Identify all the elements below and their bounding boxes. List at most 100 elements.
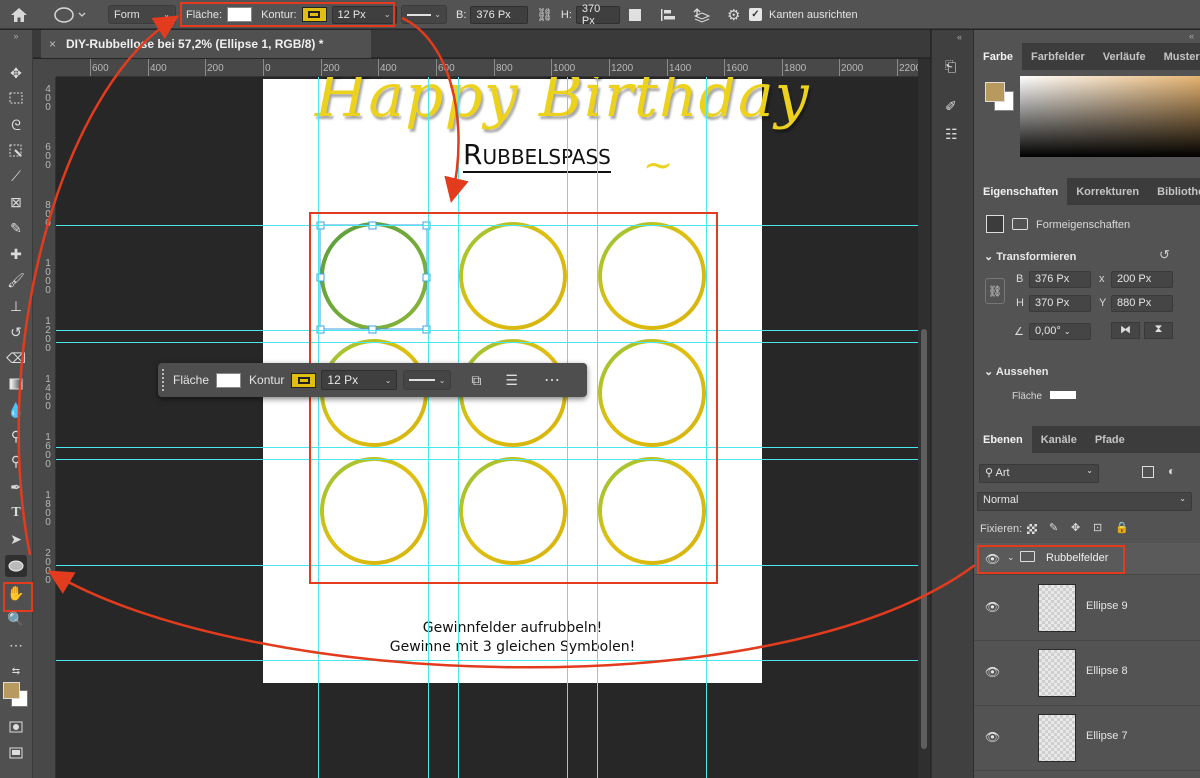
blend-mode-select[interactable]: Normal ⌄ [977, 492, 1192, 511]
ellipse-7[interactable] [320, 457, 428, 565]
type-tool-icon[interactable]: T [5, 502, 27, 524]
move-tool-icon[interactable]: ✥ [5, 62, 27, 84]
tab-ebenen[interactable]: Ebenen [974, 426, 1032, 453]
y-input[interactable]: 880 Px [1111, 295, 1173, 312]
tab-pfade[interactable]: Pfade [1086, 426, 1134, 453]
guide-vertical[interactable] [567, 77, 568, 778]
adjustments-panel-icon[interactable]: ☷ [945, 126, 958, 143]
eye-icon[interactable]: 👁 [985, 665, 1000, 679]
guide-horizontal[interactable] [56, 342, 918, 343]
guide-vertical[interactable] [597, 77, 598, 778]
lock-artboard-icon[interactable]: ⊡ [1093, 521, 1102, 534]
foreground-color-swatch[interactable] [3, 682, 20, 699]
brush-tool-icon[interactable]: 🖌 [5, 269, 27, 291]
guide-vertical[interactable] [706, 77, 707, 778]
tool-mode-select[interactable]: Form ⌄ [108, 5, 176, 24]
height-input[interactable]: 370 Px [575, 3, 620, 27]
guide-horizontal[interactable] [56, 660, 918, 661]
ellipse-1[interactable] [320, 222, 428, 330]
dodge-tool-icon[interactable]: ⚲ [5, 450, 27, 472]
horizontal-ruler[interactable]: 600 400 200 0 200 400 600 800 1000 1200 1400 1600 18… [56, 59, 918, 77]
eraser-tool-icon[interactable]: ⌫ [5, 347, 27, 369]
guide-horizontal[interactable] [56, 459, 918, 460]
path-arrangement-icon[interactable] [692, 0, 710, 29]
tab-muster[interactable]: Muster [1155, 43, 1200, 70]
filter-adjustment-icon[interactable]: ◐ [1168, 464, 1175, 478]
ellipse-tool-preset-icon[interactable] [52, 0, 86, 29]
guide-vertical[interactable] [318, 77, 319, 778]
layer-filter-select[interactable]: ⚲ Art ⌄ [979, 464, 1099, 483]
layer-group-row[interactable]: 👁 ⌄ Rubbelfelder [974, 543, 1200, 575]
canvas-area[interactable]: Happy Birthday Rubbelspaß ~ Gewinnfelder… [56, 77, 918, 778]
chevron-down-icon[interactable]: ⌄ [1007, 552, 1015, 563]
drag-handle-icon[interactable] [162, 369, 165, 391]
swap-colors-icon[interactable]: ⇆ [5, 660, 27, 682]
more-options-icon[interactable]: ⋯ [544, 370, 560, 390]
vertical-ruler[interactable]: 400 600 800 1000 1200 1400 1600 1800 2000 [33, 77, 56, 778]
tab-korrekturen[interactable]: Korrekturen [1067, 178, 1148, 205]
collapse-panel-icon[interactable]: » [5, 30, 27, 42]
path-operations-icon[interactable] [628, 0, 642, 29]
ctx-fill-swatch[interactable] [216, 372, 242, 388]
hand-tool-icon[interactable]: ✋ [5, 582, 27, 604]
path-selection-tool-icon[interactable]: ➤ [5, 528, 27, 550]
adjust-icon[interactable]: ☰ [505, 372, 518, 389]
healing-brush-tool-icon[interactable]: ✚ [5, 243, 27, 265]
more-tools-icon[interactable]: ⋯ [5, 634, 27, 656]
eye-icon[interactable]: 👁 [985, 730, 1000, 744]
crop-tool-icon[interactable]: ⟋ [5, 165, 27, 187]
clone-stamp-tool-icon[interactable]: ⊥ [5, 295, 27, 317]
tab-farbe[interactable]: Farbe [974, 43, 1022, 70]
flip-horizontal-icon[interactable]: ⧓ [1111, 322, 1140, 339]
color-fg-swatch[interactable] [985, 82, 1005, 102]
gear-icon[interactable]: ⚙ [727, 0, 740, 29]
tab-farbfelder[interactable]: Farbfelder [1022, 43, 1094, 70]
transform-heading[interactable]: ⌄ Transformieren [984, 250, 1076, 263]
appearance-heading[interactable]: ⌄ Aussehen [984, 365, 1048, 378]
zoom-tool-icon[interactable]: 🔍 [5, 608, 27, 630]
history-brush-tool-icon[interactable]: ↺ [5, 321, 27, 343]
brush-settings-panel-icon[interactable]: ✐ [945, 98, 957, 115]
layer-row[interactable]: 👁 Ellipse 8 [974, 641, 1200, 706]
tab-kanaele[interactable]: Kanäle [1032, 426, 1086, 453]
guide-horizontal[interactable] [56, 225, 918, 226]
add-shape-icon[interactable]: ⧉ [471, 372, 481, 389]
ellipse-3[interactable] [598, 222, 706, 330]
align-edges-checkbox[interactable]: ✓ [749, 8, 762, 21]
marquee-tool-icon[interactable] [5, 87, 27, 109]
link-icon[interactable]: ⛓ [536, 7, 553, 23]
collapse-panel-icon[interactable]: « [957, 32, 962, 42]
lasso-tool-icon[interactable]: ᘓ [5, 114, 27, 136]
close-icon[interactable]: × [49, 37, 56, 51]
ellipse-6[interactable] [598, 339, 706, 447]
guide-vertical[interactable] [458, 77, 459, 778]
scrollbar-thumb[interactable] [921, 329, 927, 749]
guide-horizontal[interactable] [56, 330, 918, 331]
eyedropper-tool-icon[interactable]: ✎ [5, 217, 27, 239]
ctx-stroke-style-select[interactable]: ⌄ [403, 370, 452, 390]
ellipse-8[interactable] [459, 457, 567, 565]
fill-swatch[interactable] [227, 7, 253, 22]
pen-tool-icon[interactable]: ✒ [5, 476, 27, 498]
reset-icon[interactable]: ↺ [1159, 247, 1170, 263]
ellipse-9[interactable] [598, 457, 706, 565]
ellipse-tool-icon[interactable] [5, 555, 27, 577]
flip-vertical-icon[interactable]: ⧗ [1144, 322, 1173, 339]
blur-tool-icon[interactable]: 💧 [5, 399, 27, 421]
guide-horizontal[interactable] [56, 565, 918, 566]
link-dimensions-icon[interactable]: ⛓ [985, 278, 1005, 304]
h-input[interactable]: 370 Px [1029, 295, 1091, 312]
object-selection-tool-icon[interactable] [5, 140, 27, 162]
screen-mode-icon[interactable] [5, 742, 27, 764]
path-alignment-icon[interactable] [660, 0, 676, 29]
color-picker-field[interactable] [1020, 76, 1200, 157]
layer-row[interactable]: 👁 Ellipse 7 [974, 706, 1200, 771]
lock-pixels-icon[interactable]: ✎ [1049, 521, 1058, 534]
layer-row[interactable]: 👁 Ellipse 9 [974, 576, 1200, 641]
filter-image-icon[interactable] [1142, 466, 1154, 478]
dodge-tool-icon[interactable]: ⚲ [5, 425, 27, 447]
frame-tool-icon[interactable]: ⊠ [5, 191, 27, 213]
lock-all-icon[interactable]: 🔒 [1115, 521, 1129, 534]
ellipse-2[interactable] [459, 222, 567, 330]
stroke-style-select[interactable]: ⌄ [401, 5, 447, 24]
